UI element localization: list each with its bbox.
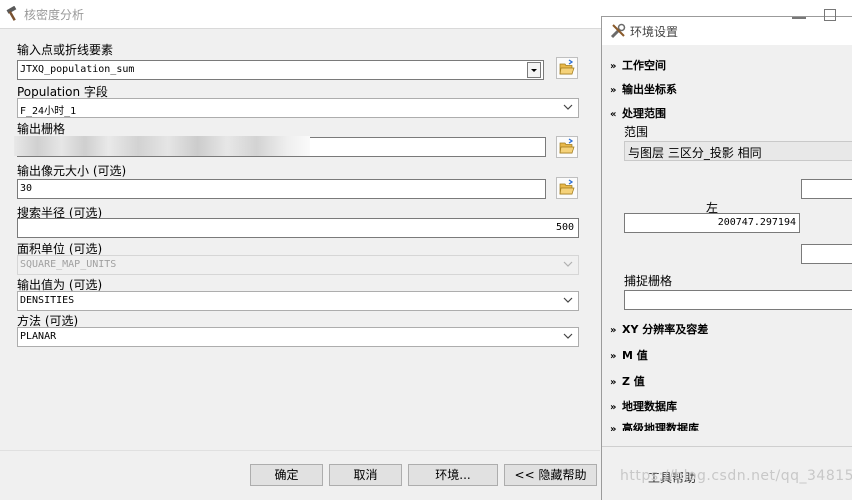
panel-divider — [602, 446, 852, 447]
snap-raster-label: 捕捉栅格 — [624, 274, 673, 288]
output-raster-label: 输出栅格 — [17, 122, 66, 136]
input-features-label: 输入点或折线要素 — [17, 43, 114, 57]
section-z-values[interactable]: » Z 值 — [610, 373, 645, 389]
extent-bottom-input[interactable] — [801, 244, 852, 264]
section-processing-extent[interactable]: «处理范围 — [610, 105, 666, 121]
population-field-value: F_24小时_1 — [20, 106, 77, 117]
extent-select[interactable]: 与图层 三区分_投影 相同 — [624, 141, 852, 161]
browse-input-button[interactable] — [556, 57, 578, 79]
browse-cellsize-button[interactable] — [556, 177, 578, 199]
extent-top-input[interactable] — [801, 179, 852, 199]
extent-value: 与图层 三区分_投影 相同 — [628, 146, 762, 160]
maximize-button[interactable] — [824, 9, 836, 21]
watermark: https://blog.csdn.net/qq_34815701 — [620, 468, 852, 484]
env-settings-panel: 环境设置 » 工作空间 » 输出坐标系 «处理范围 范围 与图层 三区分_投影 相同… — [601, 9, 852, 500]
folder-open-icon — [559, 179, 575, 195]
extent-left-input[interactable]: 200747.297194 — [624, 213, 800, 233]
cancel-button[interactable]: 取消 — [329, 464, 402, 486]
chevron-down-icon — [563, 261, 573, 267]
folder-open-icon — [559, 59, 575, 75]
redacted-path — [14, 136, 310, 156]
snap-raster-input[interactable] — [624, 290, 852, 310]
input-features-value: JTXQ_population_sum — [20, 64, 135, 75]
section-output-coords[interactable]: » 输出坐标系 — [610, 81, 677, 97]
population-field-select[interactable]: F_24小时_1 — [17, 98, 579, 118]
section-geodatabase[interactable]: » 地理数据库 — [610, 398, 677, 414]
env-titlebar: 环境设置 — [602, 9, 852, 45]
chevron-down-icon — [563, 333, 573, 339]
combobox-dropdown-button[interactable] — [527, 62, 541, 78]
section-advanced-geodatabase[interactable]: » 高级地理数据库 — [610, 420, 699, 431]
chevron-down-icon — [563, 297, 573, 303]
input-features-combobox[interactable]: JTXQ_population_sum — [17, 60, 544, 80]
output-values-select[interactable]: DENSITIES — [17, 291, 579, 311]
search-radius-value: 500 — [555, 222, 574, 233]
tools-icon — [610, 23, 626, 39]
method-value: PLANAR — [20, 331, 57, 342]
environments-button[interactable]: 环境... — [408, 464, 498, 486]
minimize-button[interactable] — [792, 17, 806, 19]
chevron-down-icon — [563, 104, 573, 110]
hammer-icon — [6, 6, 17, 21]
method-select[interactable]: PLANAR — [17, 327, 579, 347]
area-units-select[interactable]: SQUARE_MAP_UNITS — [17, 255, 579, 275]
browse-output-button[interactable] — [556, 136, 578, 158]
extent-left-value: 200747.297194 — [717, 217, 796, 228]
cell-size-label: 输出像元大小 (可选) — [17, 164, 127, 178]
search-radius-input[interactable]: 500 — [17, 218, 579, 238]
dialog-title: 核密度分析 — [24, 8, 85, 22]
folder-open-icon — [559, 138, 575, 154]
section-m-values[interactable]: » M 值 — [610, 347, 648, 363]
extent-label: 范围 — [624, 125, 649, 139]
hide-help-button[interactable]: << 隐藏帮助 — [504, 464, 597, 486]
cell-size-value: 30 — [20, 183, 33, 194]
area-units-value: SQUARE_MAP_UNITS — [20, 259, 117, 270]
cell-size-input[interactable]: 30 — [17, 179, 546, 199]
chevron-down-icon — [531, 69, 537, 72]
section-workspace[interactable]: » 工作空间 — [610, 57, 666, 73]
env-title: 环境设置 — [630, 25, 679, 39]
section-xy-resolution[interactable]: » XY 分辨率及容差 — [610, 321, 708, 337]
output-values-value: DENSITIES — [20, 295, 75, 306]
ok-button[interactable]: 确定 — [250, 464, 323, 486]
